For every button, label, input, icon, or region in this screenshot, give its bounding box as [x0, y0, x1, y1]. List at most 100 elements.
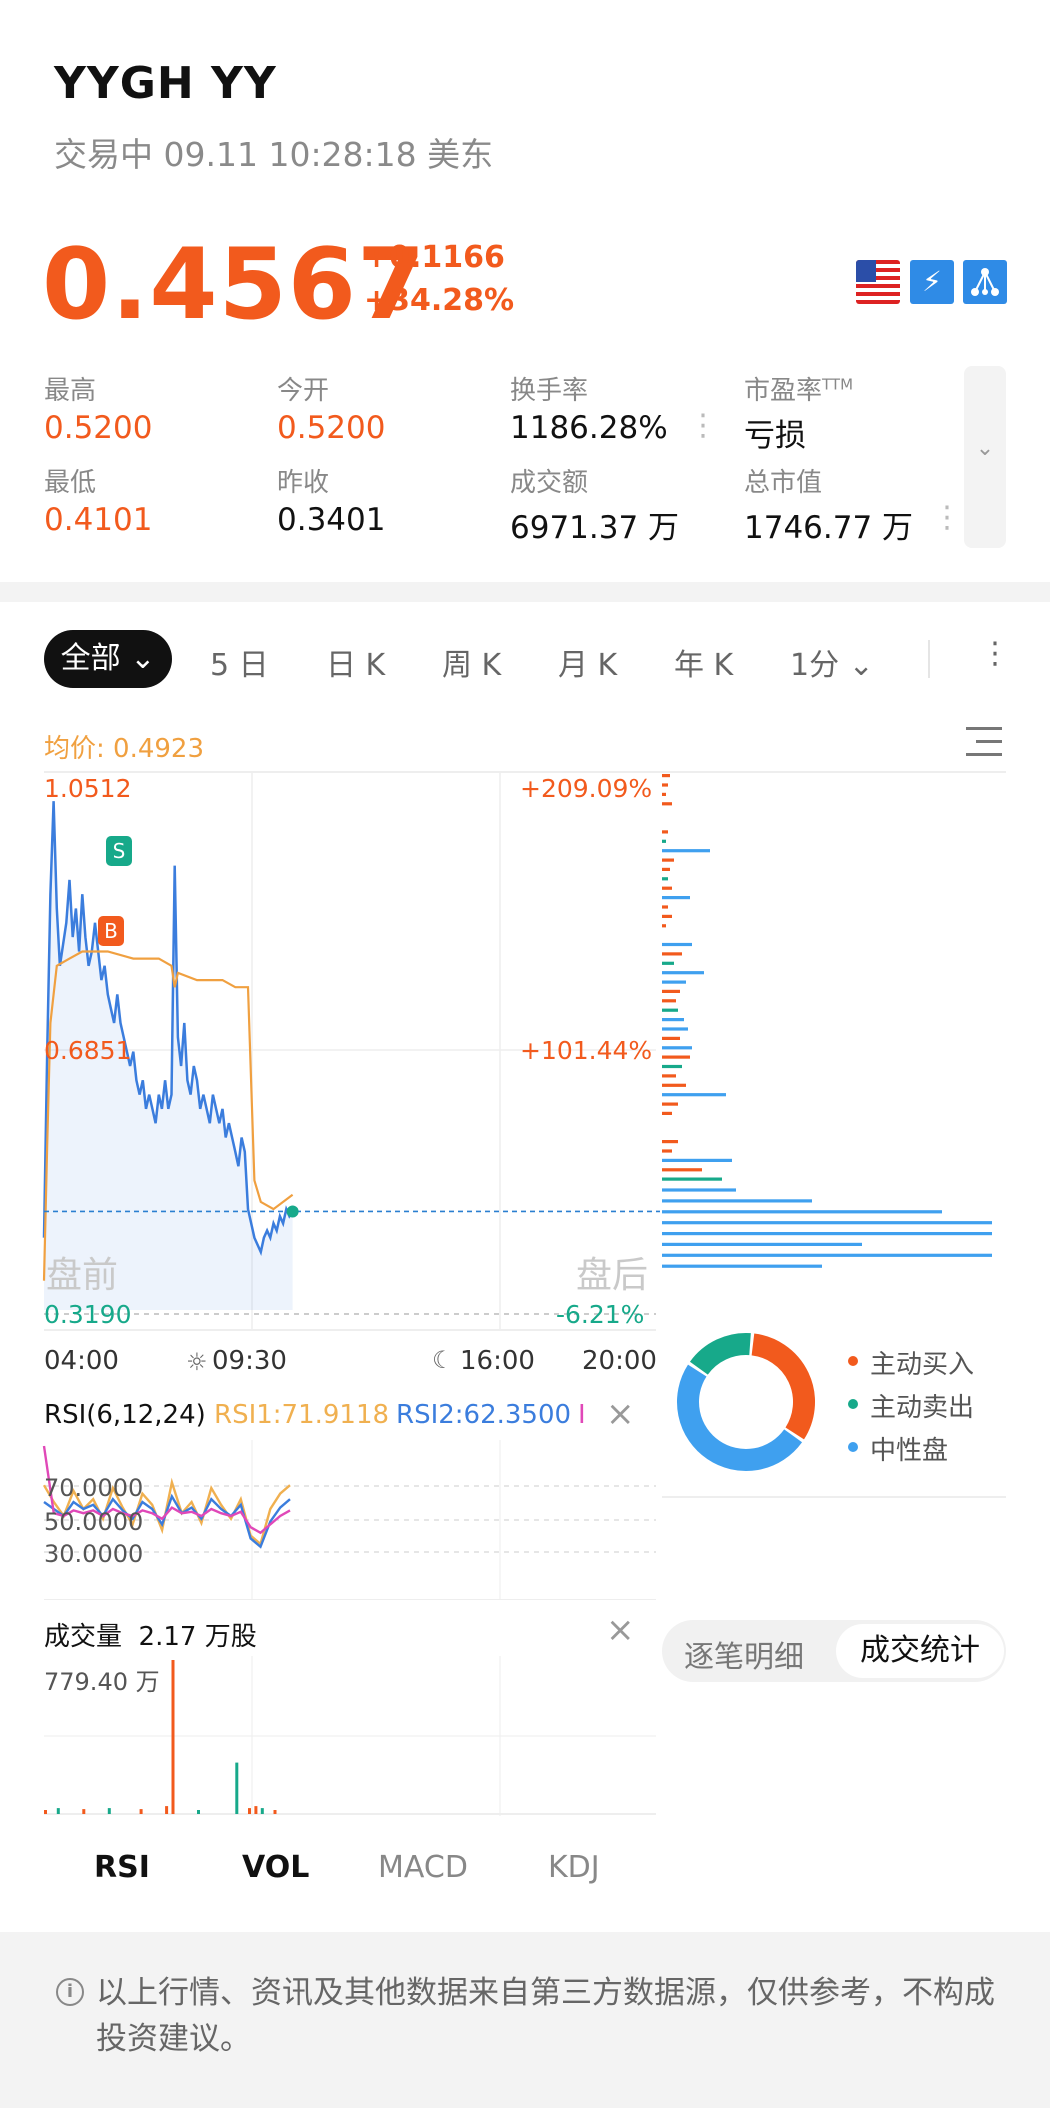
volume-bar: [197, 1810, 200, 1814]
tab-all[interactable]: 全部 ⌄: [44, 630, 172, 688]
volume-bar: [235, 1762, 239, 1814]
network-icon[interactable]: [963, 260, 1007, 304]
volume-profile-bar: [662, 1018, 684, 1022]
volume-bar: [107, 1808, 111, 1814]
ind-tab-vol[interactable]: VOL: [242, 1850, 309, 1885]
tabs-more-icon[interactable]: ⋮: [980, 636, 1010, 671]
volume-bar: [171, 1660, 175, 1814]
tab-interval[interactable]: 1分 ⌄: [790, 640, 874, 684]
volume-profile-bar: [662, 1199, 812, 1203]
legend-neutral: 中性盘: [870, 1436, 949, 1466]
ind-tab-kdj[interactable]: KDJ: [548, 1850, 600, 1885]
ind-tab-rsi[interactable]: RSI: [94, 1850, 150, 1885]
volume-profile-bar: [662, 1149, 672, 1153]
volume-profile-bar: [662, 980, 686, 984]
ticker-title: YYGH YY: [54, 58, 277, 109]
volume-profile-bar: [662, 971, 704, 975]
current-price-dot: [286, 1205, 299, 1218]
buy-marker[interactable]: B: [98, 916, 124, 946]
volume-profile-bar: [662, 774, 670, 778]
volume-profile-bar: [662, 802, 672, 806]
mktcap-more-icon[interactable]: ⋮: [932, 500, 962, 535]
trade-donut[interactable]: [676, 1332, 816, 1472]
volume-profile-bar: [662, 877, 668, 881]
stat-turnover-value: 1186.28%: [510, 410, 668, 446]
volume-profile-bar: [662, 1188, 736, 1192]
volume-profile-bar: [662, 858, 674, 862]
donut-slice-buy: [751, 1333, 815, 1440]
expand-stats-button[interactable]: ⌄: [964, 366, 1006, 548]
tab-divider: [928, 640, 930, 678]
legend-sell-dot: [848, 1399, 858, 1409]
tab-day-k[interactable]: 日 K: [326, 640, 385, 684]
list-icon[interactable]: [966, 727, 1002, 761]
turnover-more-icon[interactable]: ⋮: [688, 408, 718, 443]
volume-bar: [82, 1809, 86, 1814]
tab-year-k[interactable]: 年 K: [674, 640, 733, 684]
stat-prev-close-value: 0.3401: [277, 502, 386, 538]
volume-profile-bar: [662, 783, 668, 787]
stat-pe-label: 市盈率TTM: [744, 375, 854, 406]
volume-bar: [273, 1810, 277, 1814]
stat-amount-value: 6971.37 万: [510, 510, 680, 546]
volume-title: 成交量 2.17 万股: [44, 1622, 257, 1652]
disclaimer-text: 以上行情、资讯及其他数据来自第三方数据源，仅供参考，不构成投资建议。: [96, 1975, 995, 2057]
stat-open-value: 0.5200: [277, 410, 386, 446]
volume-bar: [248, 1808, 251, 1814]
volume-bar: [56, 1808, 60, 1814]
volume-profile-bar: [662, 1027, 688, 1031]
tab-5d[interactable]: 5 日: [210, 640, 269, 684]
pct-axis-mid: +101.44%: [520, 1036, 653, 1065]
volume-profile-bar: [662, 1168, 702, 1172]
volume-profile-bar: [662, 849, 710, 853]
volume-profile-bar: [662, 924, 666, 928]
volume-bar: [139, 1809, 143, 1814]
tab-trade-stats[interactable]: 成交统计: [836, 1624, 1004, 1678]
rsi-close-icon[interactable]: ×: [606, 1394, 635, 1434]
info-icon: i: [56, 1978, 84, 2006]
volume-profile-bar: [662, 989, 680, 993]
donut-slice-sell: [689, 1333, 751, 1375]
tab-week-k[interactable]: 周 K: [442, 640, 501, 684]
rsi-level-30: 30.0000: [44, 1540, 144, 1568]
rsi3-value: I: [578, 1400, 586, 1430]
stat-turnover-label: 换手率: [510, 376, 589, 406]
volume-profile-bar: [662, 1008, 678, 1012]
volume-profile-bar: [662, 867, 670, 871]
time-label-2000: 20:00: [582, 1346, 657, 1376]
volume-profile-bar: [662, 830, 668, 834]
bolt-icon[interactable]: ⚡: [910, 260, 954, 304]
rsi1-value: RSI1:71.9118: [214, 1400, 390, 1430]
sell-marker[interactable]: S: [106, 836, 132, 866]
volume-profile-bar: [662, 1221, 992, 1225]
volume-profile-bar: [662, 961, 674, 965]
stat-amount-label: 成交额: [510, 468, 589, 498]
volume-chart[interactable]: [0, 1656, 660, 1816]
donut-divider: [662, 1496, 1006, 1498]
ind-tab-macd[interactable]: MACD: [378, 1850, 468, 1885]
volume-close-icon[interactable]: ×: [606, 1610, 635, 1650]
volume-profile-bar: [662, 1093, 726, 1097]
volume-profile-bar: [662, 914, 672, 918]
sun-icon: ☼: [186, 1348, 208, 1376]
volume-profile-bar: [662, 1036, 680, 1040]
tab-month-k[interactable]: 月 K: [558, 640, 617, 684]
volume-bar: [260, 1808, 264, 1814]
volume-profile-bar: [662, 942, 692, 947]
volume-profile-bar: [662, 1074, 676, 1078]
us-flag-icon[interactable]: [856, 260, 900, 304]
volume-bar: [44, 1810, 47, 1814]
volume-profile-bar: [662, 905, 668, 909]
price-change: +0.1166: [364, 240, 505, 275]
pct-axis-top: +209.09%: [520, 774, 653, 803]
volume-profile-bar: [662, 1242, 862, 1246]
time-label-0400: 04:00: [44, 1346, 119, 1376]
volume-profile-bar: [662, 839, 666, 843]
volume-profile-bar: [662, 1232, 992, 1236]
tab-trade-detail[interactable]: 逐笔明细: [684, 1632, 804, 1676]
average-price: 均价: 0.4923: [44, 734, 204, 764]
stat-mktcap-label: 总市值: [744, 468, 823, 498]
intraday-chart[interactable]: [0, 770, 1050, 1360]
volume-profile-bar: [662, 1177, 722, 1181]
volume-profile-bar: [662, 1111, 672, 1115]
